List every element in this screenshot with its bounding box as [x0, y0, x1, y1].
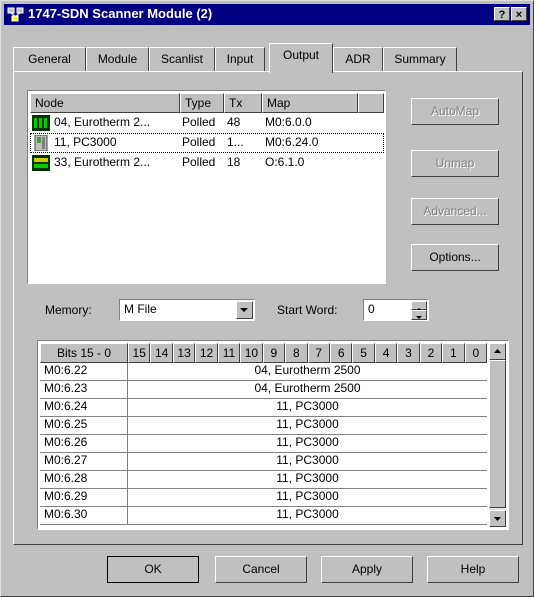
bit-column-header: 3 [397, 343, 420, 363]
bit-column-header: 1 [442, 343, 465, 363]
apply-button[interactable]: Apply [321, 556, 413, 583]
advanced-button[interactable]: Advanced... [411, 198, 499, 225]
start-word-spinner[interactable]: 0 [363, 299, 429, 321]
memory-select[interactable]: M File [119, 299, 255, 321]
column-header-type[interactable]: Type [180, 93, 224, 113]
row-mapped-node[interactable]: 11, PC3000 [128, 435, 487, 453]
start-word-label: Start Word: [277, 303, 338, 317]
bit-column-header: 9 [262, 343, 286, 363]
node-map: O:6.1.0 [265, 155, 305, 169]
row-address: M0:6.24 [40, 399, 128, 417]
node-name: 11, PC3000 [54, 135, 117, 149]
node-tx: 48 [227, 115, 241, 129]
bit-column-header: 15 [128, 343, 151, 363]
chevron-down-icon[interactable] [236, 301, 253, 319]
node-map: M0:6.0.0 [265, 115, 312, 129]
column-header-node[interactable]: Node [30, 93, 180, 113]
row-address: M0:6.22 [40, 363, 128, 381]
tab-output[interactable]: Output [269, 43, 333, 73]
cancel-button[interactable]: Cancel [215, 556, 307, 583]
row-address: M0:6.28 [40, 471, 128, 489]
node-tx: 1... [227, 135, 244, 149]
row-address: M0:6.30 [40, 507, 128, 525]
tab-adr[interactable]: ADR [333, 47, 383, 71]
tab-general[interactable]: General [13, 47, 86, 71]
window-title: 1747-SDN Scanner Module (2) [28, 6, 213, 21]
vertical-scrollbar[interactable] [489, 343, 506, 527]
memory-value: M File [124, 302, 157, 316]
pc3000-icon [34, 135, 48, 151]
spin-up-icon[interactable] [411, 301, 427, 311]
tab-input[interactable]: Input [215, 47, 265, 71]
network-app-icon [7, 7, 24, 22]
eurotherm-icon [32, 155, 50, 171]
node-type: Polled [182, 115, 216, 129]
scroll-down-icon[interactable] [489, 510, 506, 527]
spin-down-icon[interactable] [411, 310, 427, 320]
row-mapped-node[interactable]: 04, Eurotherm 2500 [128, 363, 487, 381]
bit-column-header: 2 [419, 343, 443, 363]
column-header-blank [358, 93, 384, 113]
row-mapped-node[interactable]: 11, PC3000 [128, 471, 487, 489]
bit-column-header: 7 [307, 343, 330, 363]
bits-header: Bits 15 - 0 [40, 343, 128, 363]
bit-column-header: 0 [464, 343, 487, 363]
bit-column-header: 6 [329, 343, 353, 363]
eurotherm-icon [32, 115, 50, 131]
node-type: Polled [182, 135, 216, 149]
options-button[interactable]: Options... [411, 244, 499, 271]
node-type: Polled [182, 155, 216, 169]
ok-button[interactable]: OK [107, 556, 199, 583]
tab-summary[interactable]: Summary [383, 47, 457, 71]
help-title-button[interactable]: ? [494, 7, 510, 21]
node-name: 33, Eurotherm 2... [54, 155, 151, 169]
node-tx: 18 [227, 155, 241, 169]
start-word-value: 0 [368, 302, 375, 316]
row-mapped-node[interactable]: 11, PC3000 [128, 399, 487, 417]
help-button[interactable]: Help [427, 556, 519, 583]
bit-map-grid[interactable]: Bits 15 - 0 15 14 13 12 11 10 9 8 7 6 5 4 3 2 1 0 M0:6.… [37, 340, 509, 530]
list-item[interactable]: 11, PC3000 Polled 1... M0:6.24.0 [30, 133, 384, 153]
bit-column-header: 14 [150, 343, 173, 363]
tab-module[interactable]: Module [86, 47, 149, 71]
memory-label: Memory: [45, 303, 92, 317]
automap-button[interactable]: AutoMap [411, 98, 499, 125]
title-bar[interactable]: 1747-SDN Scanner Module (2) ? × [4, 4, 530, 25]
scroll-thumb[interactable] [489, 360, 506, 508]
node-name: 04, Eurotherm 2... [54, 115, 151, 129]
list-item[interactable]: 33, Eurotherm 2... Polled 18 O:6.1.0 [30, 153, 384, 173]
bit-column-header: 5 [352, 343, 375, 363]
tab-scanlist[interactable]: Scanlist [149, 47, 215, 71]
row-address: M0:6.27 [40, 453, 128, 471]
bit-column-header: 12 [195, 343, 218, 363]
row-mapped-node[interactable]: 11, PC3000 [128, 417, 487, 435]
row-address: M0:6.23 [40, 381, 128, 399]
bit-column-header: 4 [374, 343, 398, 363]
bit-column-header: 13 [172, 343, 196, 363]
scroll-up-icon[interactable] [489, 343, 506, 360]
row-mapped-node[interactable]: 11, PC3000 [128, 507, 487, 525]
row-address: M0:6.29 [40, 489, 128, 507]
row-address: M0:6.25 [40, 417, 128, 435]
node-list[interactable]: Node Type Tx Map 04, Eurotherm 2... Poll… [27, 90, 386, 284]
dialog-window: 1747-SDN Scanner Module (2) ? × General … [0, 0, 534, 597]
column-header-map[interactable]: Map [262, 93, 358, 113]
row-mapped-node[interactable]: 11, PC3000 [128, 453, 487, 471]
node-map: M0:6.24.0 [265, 135, 319, 149]
bit-column-header: 11 [217, 343, 241, 363]
row-mapped-node[interactable]: 11, PC3000 [128, 489, 487, 507]
bit-column-header: 8 [285, 343, 308, 363]
column-header-tx[interactable]: Tx [224, 93, 262, 113]
close-button[interactable]: × [511, 7, 527, 21]
list-item[interactable]: 04, Eurotherm 2... Polled 48 M0:6.0.0 [30, 113, 384, 133]
row-mapped-node[interactable]: 04, Eurotherm 2500 [128, 381, 487, 399]
bit-column-header: 10 [240, 343, 263, 363]
unmap-button[interactable]: Unmap [411, 150, 499, 177]
row-address: M0:6.26 [40, 435, 128, 453]
